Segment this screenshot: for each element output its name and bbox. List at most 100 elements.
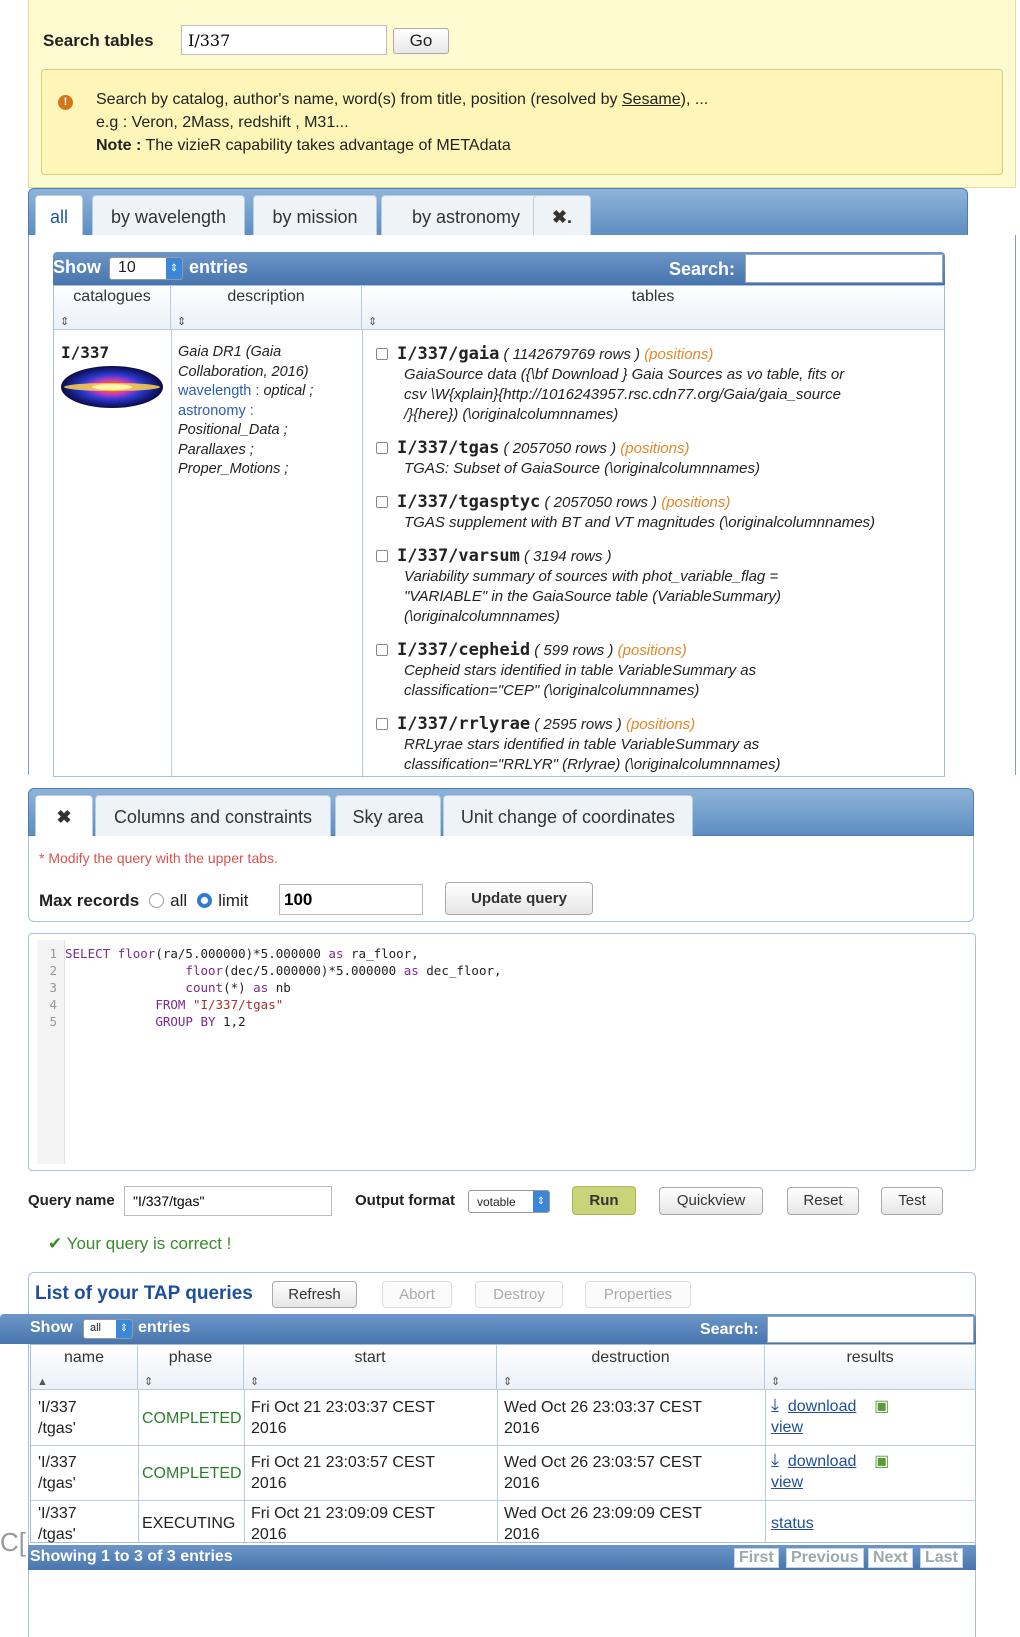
table-name-link[interactable]: I/337/tgasptyc (397, 492, 540, 512)
pager-previous[interactable]: Previous (786, 1548, 864, 1568)
test-button[interactable]: Test (881, 1187, 943, 1215)
view-icon[interactable]: ▣ (874, 1398, 889, 1415)
table-name-link[interactable]: I/337/rrlyrae (397, 714, 530, 734)
astronomy-value: Positional_Data ; (178, 422, 288, 438)
table-checkbox[interactable] (376, 718, 388, 730)
run-button[interactable]: Run (572, 1186, 636, 1215)
table-desc: classification="CEP" (\originalcolumnnam… (404, 682, 700, 699)
start-line: Fri Oct 21 23:03:37 CEST (251, 1399, 436, 1416)
tab-columns-and-constraints[interactable]: Columns and constraints (95, 795, 331, 837)
view-icon[interactable]: ▣ (874, 1453, 889, 1470)
query-name-input[interactable] (124, 1186, 332, 1216)
refresh-button[interactable]: Refresh (272, 1281, 357, 1308)
col-header-results[interactable]: results ⇕ (765, 1345, 975, 1390)
catalog-search-input[interactable] (745, 254, 943, 283)
wavelength-value: optical ; (263, 383, 314, 399)
view-link[interactable]: view (771, 1472, 971, 1493)
table-checkbox[interactable] (376, 550, 388, 562)
code-line[interactable]: 4 FROM "I/337/tgas" (29, 996, 283, 1013)
entries-select[interactable]: 10 ⇕ (109, 257, 183, 280)
table-name-link[interactable]: I/337/gaia (397, 344, 499, 364)
limit-input[interactable] (279, 884, 423, 915)
table-row-tgas: I/337/tgas ( 2057050 rows ) (positions) … (376, 438, 760, 479)
tab-all[interactable]: all (35, 195, 83, 237)
tap-table-header: Show all ⇕ entries Search: (0, 1314, 976, 1344)
tab-by-mission[interactable]: by mission (253, 195, 377, 237)
positions-link[interactable]: (positions) (618, 642, 687, 659)
row-count: ( 3194 rows ) (524, 548, 612, 565)
search-input[interactable] (181, 25, 387, 55)
max-records-row: Max records all limit (39, 891, 248, 911)
code-line[interactable]: 1 SELECT floor(ra/5.000000)*5.000000 as r… (29, 945, 418, 962)
header-label: name (63, 1349, 105, 1366)
pager-last[interactable]: Last (920, 1548, 963, 1568)
code-line[interactable]: 2 floor(dec/5.000000)*5.000000 as dec_fl… (29, 962, 501, 979)
table-checkbox[interactable] (376, 644, 388, 656)
positions-link[interactable]: (positions) (620, 440, 689, 457)
row-count: ( 599 rows ) (534, 642, 614, 659)
tab-by-astronomy[interactable]: by astronomy (381, 195, 551, 237)
catalog-id-link[interactable]: I/337 (61, 343, 109, 362)
col-header-description[interactable]: description ⇕ (171, 286, 362, 330)
table-checkbox[interactable] (376, 442, 388, 454)
destroy-button[interactable]: Destroy (475, 1281, 563, 1308)
view-link[interactable]: view (771, 1417, 971, 1438)
download-icon[interactable]: ⤓ (771, 1450, 779, 1470)
col-header-tables[interactable]: tables ⇕ (362, 286, 944, 330)
properties-button[interactable]: Properties (585, 1281, 691, 1308)
adql-editor[interactable]: 1 SELECT floor(ra/5.000000)*5.000000 as r… (28, 933, 976, 1171)
col-header-catalogues[interactable]: catalogues ⇕ (54, 286, 171, 330)
code-line[interactable]: 3 count(*) as nb (29, 979, 290, 996)
abort-button[interactable]: Abort (382, 1281, 452, 1308)
download-icon[interactable]: ⤓ (771, 1395, 779, 1415)
query-name-label: Query name (28, 1192, 115, 1209)
code-line[interactable]: 5 GROUP BY 1,2 (29, 1013, 245, 1030)
table-desc: "VARIABLE" in the GaiaSource table (Vari… (404, 588, 781, 605)
tap-entries-select[interactable]: all ⇕ (83, 1319, 133, 1339)
search-help-note: ! Search by catalog, author's name, word… (41, 69, 1003, 175)
col-header-destruction[interactable]: destruction ⇕ (497, 1345, 765, 1390)
divider (765, 1390, 766, 1542)
astronomy-link[interactable]: astronomy : (178, 402, 358, 422)
download-link[interactable]: download (788, 1398, 857, 1415)
tap-search-input[interactable] (767, 1316, 974, 1343)
sesame-link[interactable]: Sesame (622, 91, 681, 108)
col-header-start[interactable]: start ⇕ (244, 1345, 497, 1390)
reset-button[interactable]: Reset (787, 1187, 859, 1215)
table-checkbox[interactable] (376, 496, 388, 508)
col-header-phase[interactable]: phase ⇕ (138, 1345, 244, 1390)
positions-link[interactable]: (positions) (661, 494, 730, 511)
update-query-button[interactable]: Update query (445, 882, 593, 915)
quickview-button[interactable]: Quickview (659, 1187, 763, 1215)
radio-all[interactable] (149, 893, 165, 908)
table-name-link[interactable]: I/337/varsum (397, 546, 520, 566)
code-token: (ra/5.000000)*5.000000 (155, 946, 329, 961)
phase-badge: EXECUTING (142, 1515, 236, 1532)
output-format-select[interactable]: votable ⇕ (468, 1190, 550, 1213)
tab-close-icon[interactable]: ✖. (533, 195, 591, 237)
table-checkbox[interactable] (376, 348, 388, 360)
positions-link[interactable]: (positions) (644, 346, 713, 363)
status-link[interactable]: status (771, 1513, 814, 1534)
wavelength-link[interactable]: wavelength : (178, 383, 259, 399)
divider (244, 1390, 245, 1542)
header-label: description (227, 288, 305, 305)
divider (138, 1390, 139, 1542)
col-header-name[interactable]: name ▲ (31, 1345, 138, 1390)
pager-next[interactable]: Next (868, 1548, 913, 1568)
tab-by-wavelength[interactable]: by wavelength (92, 195, 245, 237)
close-tab-icon[interactable]: ✖ (35, 795, 93, 837)
tab-sky-area[interactable]: Sky area (335, 795, 441, 837)
divider (31, 1500, 975, 1501)
name-part: /tgas' (38, 1420, 76, 1437)
query-name: 'I/337/tgas' (38, 1503, 77, 1545)
pager-first[interactable]: First (734, 1548, 779, 1568)
header-label: results (846, 1349, 894, 1366)
positions-link[interactable]: (positions) (626, 716, 695, 733)
table-name-link[interactable]: I/337/tgas (397, 438, 499, 458)
table-name-link[interactable]: I/337/cepheid (397, 640, 530, 660)
tab-unit-change[interactable]: Unit change of coordinates (443, 795, 693, 837)
go-button[interactable]: Go (393, 28, 449, 54)
radio-limit[interactable] (197, 893, 213, 908)
download-link[interactable]: download (788, 1453, 857, 1470)
